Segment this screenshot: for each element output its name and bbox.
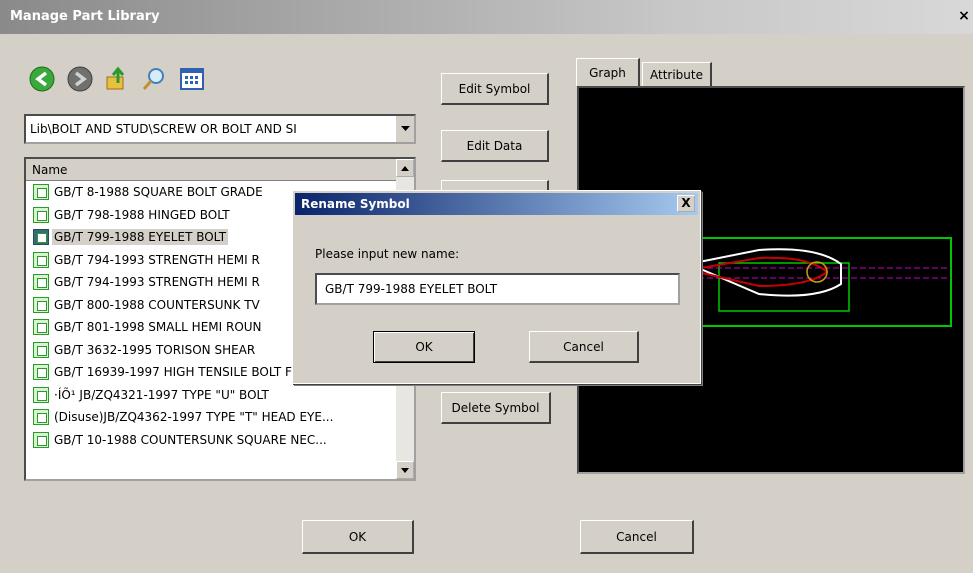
list-item-label: GB/T 799-1988 EYELET BOLT — [52, 229, 229, 246]
rename-symbol-dialog: Rename Symbol X Please input new name: G… — [292, 190, 701, 384]
list-item-label: GB/T 800-1988 COUNTERSUNK TV — [54, 297, 260, 312]
symbol-icon — [33, 251, 49, 268]
symbol-icon — [33, 296, 49, 313]
window-titlebar: Manage Part Library × — [0, 0, 973, 34]
toolbar — [24, 55, 264, 105]
edit-symbol-button[interactable]: Edit Symbol — [441, 73, 549, 105]
new-name-input[interactable]: GB/T 799-1988 EYELET BOLT — [315, 273, 680, 305]
dialog-ok-button[interactable]: OK — [373, 331, 475, 363]
symbol-icon — [33, 319, 49, 336]
list-item-label: (Disuse)JB/ZQ4362-1997 TYPE "T" HEAD EYE… — [54, 410, 334, 425]
symbol-icon — [33, 274, 49, 291]
symbol-icon — [33, 229, 49, 246]
new-name-value: GB/T 799-1988 EYELET BOLT — [325, 282, 498, 296]
list-item-label: ·ÍÕ¹ JB/ZQ4321-1997 TYPE "U" BOLT — [54, 387, 269, 402]
up-folder-icon[interactable] — [104, 65, 132, 93]
dialog-titlebar: Rename Symbol X — [295, 193, 698, 215]
tab-attribute[interactable]: Attribute — [642, 62, 712, 86]
symbol-icon — [33, 184, 49, 201]
dialog-cancel-button[interactable]: Cancel — [529, 331, 639, 363]
tab-graph[interactable]: Graph — [576, 58, 640, 86]
list-item-label: GB/T 8-1988 SQUARE BOLT GRADE — [54, 185, 263, 200]
view-icon[interactable] — [178, 65, 206, 93]
list-item-label: GB/T 794-1993 STRENGTH HEMI R — [54, 275, 260, 290]
search-icon[interactable] — [140, 65, 168, 93]
list-item-label: GB/T 10-1988 COUNTERSUNK SQUARE NEC... — [54, 432, 327, 447]
dialog-title: Rename Symbol — [301, 197, 410, 211]
combobox-dropdown-icon[interactable] — [395, 116, 414, 142]
list-item[interactable]: (Disuse)JB/ZQ4362-1997 TYPE "T" HEAD EYE… — [26, 406, 398, 429]
window-title: Manage Part Library — [10, 9, 160, 24]
path-value: Lib\BOLT AND STUD\SCREW OR BOLT AND SI — [30, 122, 297, 136]
list-item-label: GB/T 16939-1997 HIGH TENSILE BOLT FOR ..… — [54, 365, 325, 380]
ok-button[interactable]: OK — [302, 520, 414, 554]
list-item[interactable]: ·ÍÕ¹ JB/ZQ4321-1997 TYPE "U" BOLT — [26, 384, 398, 407]
list-item-label: GB/T 798-1988 HINGED BOLT — [54, 207, 230, 222]
symbol-icon — [33, 364, 49, 381]
forward-icon[interactable] — [66, 65, 94, 93]
edit-data-button[interactable]: Edit Data — [441, 130, 549, 162]
back-icon[interactable] — [28, 65, 56, 93]
symbol-icon — [33, 206, 49, 223]
scroll-up-icon[interactable] — [396, 159, 414, 177]
list-item[interactable]: GB/T 10-1988 COUNTERSUNK SQUARE NEC... — [26, 429, 398, 452]
scroll-down-icon[interactable] — [396, 461, 414, 479]
symbol-icon — [33, 341, 49, 358]
column-header-name: Name — [32, 163, 68, 177]
list-column-header[interactable]: Name — [26, 159, 398, 181]
symbol-icon — [33, 409, 49, 426]
dialog-close-button[interactable]: X — [677, 195, 695, 212]
list-item-label: GB/T 3632-1995 TORISON SHEAR — [54, 342, 256, 357]
list-item-label: GB/T 801-1998 SMALL HEMI ROUN — [54, 320, 262, 335]
symbol-icon — [33, 431, 49, 448]
window-close-button[interactable]: × — [957, 8, 971, 24]
delete-symbol-button[interactable]: Delete Symbol — [441, 392, 551, 424]
list-item-label: GB/T 794-1993 STRENGTH HEMI R — [54, 252, 260, 267]
path-combobox[interactable]: Lib\BOLT AND STUD\SCREW OR BOLT AND SI — [24, 114, 416, 144]
cancel-button[interactable]: Cancel — [580, 520, 694, 554]
symbol-icon — [33, 386, 49, 403]
dialog-prompt: Please input new name: — [315, 247, 460, 261]
